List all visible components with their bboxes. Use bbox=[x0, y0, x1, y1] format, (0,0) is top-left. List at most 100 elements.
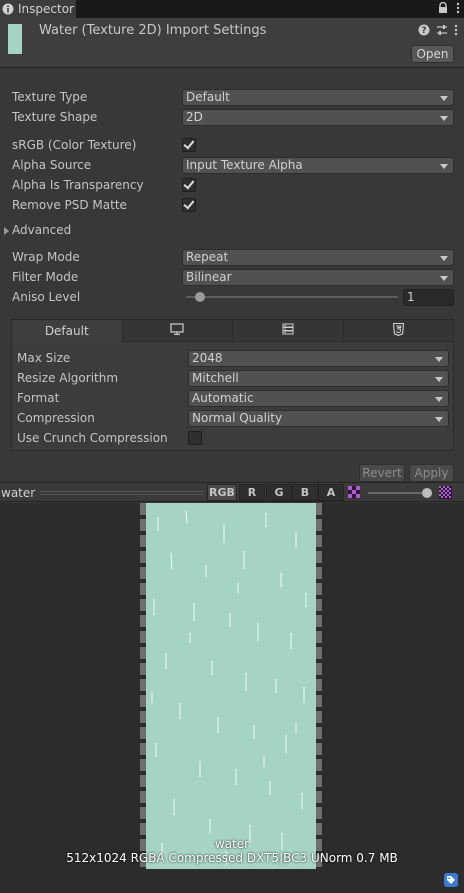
texture-info: 512x1024 RGBA Compressed DXT5|BC3 UNorm … bbox=[66, 851, 398, 865]
alpha-transparency-row: Alpha Is Transparency bbox=[0, 175, 464, 195]
foldout-arrow-icon bbox=[4, 227, 9, 235]
max-size-row: Max Size 2048 bbox=[12, 348, 453, 368]
kebab-menu-icon[interactable] bbox=[454, 24, 458, 39]
alpha-source-dropdown[interactable]: Input Texture Alpha bbox=[182, 156, 454, 174]
tab-bar: Inspector bbox=[0, 0, 464, 18]
texture-thumbnail bbox=[8, 24, 22, 54]
remove-psd-matte-checkbox[interactable] bbox=[182, 198, 196, 212]
channel-g-button[interactable]: G bbox=[266, 484, 292, 501]
tab-default[interactable]: Default bbox=[12, 320, 123, 342]
chevron-down-icon bbox=[440, 275, 448, 281]
max-size-dropdown[interactable]: 2048 bbox=[188, 349, 449, 367]
wrap-mode-row: Wrap Mode Repeat bbox=[0, 247, 464, 267]
alpha-transparency-label: Alpha Is Transparency bbox=[12, 178, 144, 192]
tab-server[interactable] bbox=[233, 320, 344, 342]
filter-mode-value: Bilinear bbox=[186, 270, 232, 284]
crunch-label: Use Crunch Compression bbox=[17, 431, 168, 445]
alpha-source-label: Alpha Source bbox=[12, 158, 92, 172]
channel-r-button[interactable]: R bbox=[239, 484, 265, 501]
filter-mode-row: Filter Mode Bilinear bbox=[0, 267, 464, 287]
chevron-down-icon bbox=[440, 163, 448, 169]
preview-title: water bbox=[1, 486, 36, 500]
compression-dropdown[interactable]: Normal Quality bbox=[188, 409, 449, 427]
alpha-source-row: Alpha Source Input Texture Alpha bbox=[0, 155, 464, 175]
compression-value: Normal Quality bbox=[192, 411, 283, 425]
rain-streaks bbox=[151, 510, 307, 866]
max-size-value: 2048 bbox=[192, 351, 223, 365]
srgb-checkbox[interactable] bbox=[182, 138, 196, 152]
texture-image bbox=[146, 503, 316, 869]
tab-webgl[interactable] bbox=[343, 320, 453, 342]
texture-type-value: Default bbox=[186, 90, 230, 104]
texture-type-row: Texture Type Default bbox=[0, 87, 464, 107]
tab-inspector[interactable]: Inspector bbox=[0, 0, 76, 18]
aniso-level-value: 1 bbox=[407, 290, 415, 304]
aniso-slider-thumb[interactable] bbox=[195, 292, 205, 302]
crunch-row: Use Crunch Compression bbox=[12, 428, 453, 448]
aniso-level-field[interactable]: 1 bbox=[403, 288, 454, 306]
html5-icon bbox=[392, 322, 404, 339]
remove-psd-matte-row: Remove PSD Matte bbox=[0, 195, 464, 215]
revert-button[interactable]: Revert bbox=[359, 464, 405, 482]
preset-sliders-icon[interactable] bbox=[436, 24, 448, 39]
preview-toolbar: water RGB R G B A bbox=[0, 482, 464, 502]
compression-row: Compression Normal Quality bbox=[12, 408, 453, 428]
monitor-icon bbox=[170, 323, 184, 338]
kebab-menu-icon[interactable] bbox=[456, 2, 460, 17]
mip-small-icon bbox=[348, 486, 360, 501]
aniso-level-row: Aniso Level 1 bbox=[0, 287, 464, 307]
crunch-checkbox[interactable] bbox=[188, 431, 202, 445]
filter-mode-label: Filter Mode bbox=[12, 270, 79, 284]
wrap-mode-dropdown[interactable]: Repeat bbox=[182, 248, 454, 266]
chevron-down-icon bbox=[435, 356, 443, 362]
format-label: Format bbox=[17, 391, 60, 405]
chevron-down-icon bbox=[440, 95, 448, 101]
compression-label: Compression bbox=[17, 411, 95, 425]
texture-shape-label: Texture Shape bbox=[12, 110, 98, 124]
channel-g-label: G bbox=[274, 486, 284, 499]
texture-border-right bbox=[316, 503, 322, 869]
channel-rgb-label: RGB bbox=[209, 486, 235, 499]
mip-slider-track[interactable] bbox=[368, 492, 430, 494]
open-button[interactable]: Open bbox=[411, 45, 454, 63]
resize-algorithm-row: Resize Algorithm Mitchell bbox=[12, 368, 453, 388]
texture-type-dropdown[interactable]: Default bbox=[182, 88, 454, 106]
advanced-foldout[interactable]: Advanced bbox=[0, 221, 464, 241]
chevron-down-icon bbox=[440, 115, 448, 121]
alpha-source-value: Input Texture Alpha bbox=[186, 158, 303, 172]
inspector-header: Water (Texture 2D) Import Settings ? Ope… bbox=[0, 18, 464, 68]
texture-shape-value: 2D bbox=[186, 110, 203, 124]
info-icon bbox=[2, 3, 14, 15]
remove-psd-matte-label: Remove PSD Matte bbox=[12, 198, 127, 212]
platform-settings-panel: Default Max Size 2048 Resize Algorithm M… bbox=[11, 319, 454, 451]
mip-slider-thumb[interactable] bbox=[422, 488, 432, 498]
chevron-down-icon bbox=[435, 416, 443, 422]
texture-shape-dropdown[interactable]: 2D bbox=[182, 108, 454, 126]
aniso-slider-track[interactable] bbox=[186, 296, 398, 298]
drag-handle[interactable] bbox=[40, 491, 204, 495]
chevron-down-icon bbox=[435, 396, 443, 402]
srgb-row: sRGB (Color Texture) bbox=[0, 135, 464, 155]
apply-button[interactable]: Apply bbox=[409, 464, 454, 482]
tab-default-label: Default bbox=[44, 324, 89, 338]
tag-icon[interactable] bbox=[444, 873, 458, 887]
channel-a-label: A bbox=[326, 486, 336, 499]
resize-algorithm-dropdown[interactable]: Mitchell bbox=[188, 369, 449, 387]
channel-rgb-button[interactable]: RGB bbox=[207, 484, 237, 501]
tab-standalone[interactable] bbox=[122, 320, 233, 342]
max-size-label: Max Size bbox=[17, 351, 71, 365]
texture-shape-row: Texture Shape 2D bbox=[0, 107, 464, 127]
channel-b-button[interactable]: B bbox=[292, 484, 318, 501]
help-icon[interactable]: ? bbox=[418, 24, 430, 39]
texture-label: water bbox=[214, 837, 250, 851]
alpha-transparency-checkbox[interactable] bbox=[182, 178, 196, 192]
channel-a-button[interactable]: A bbox=[318, 484, 344, 501]
format-dropdown[interactable]: Automatic bbox=[188, 389, 449, 407]
svg-text:?: ? bbox=[421, 26, 426, 36]
lock-icon[interactable] bbox=[438, 1, 448, 17]
advanced-label: Advanced bbox=[12, 223, 72, 237]
filter-mode-dropdown[interactable]: Bilinear bbox=[182, 268, 454, 286]
resize-algorithm-label: Resize Algorithm bbox=[17, 371, 119, 385]
chevron-down-icon bbox=[435, 376, 443, 382]
resize-algorithm-value: Mitchell bbox=[192, 371, 239, 385]
